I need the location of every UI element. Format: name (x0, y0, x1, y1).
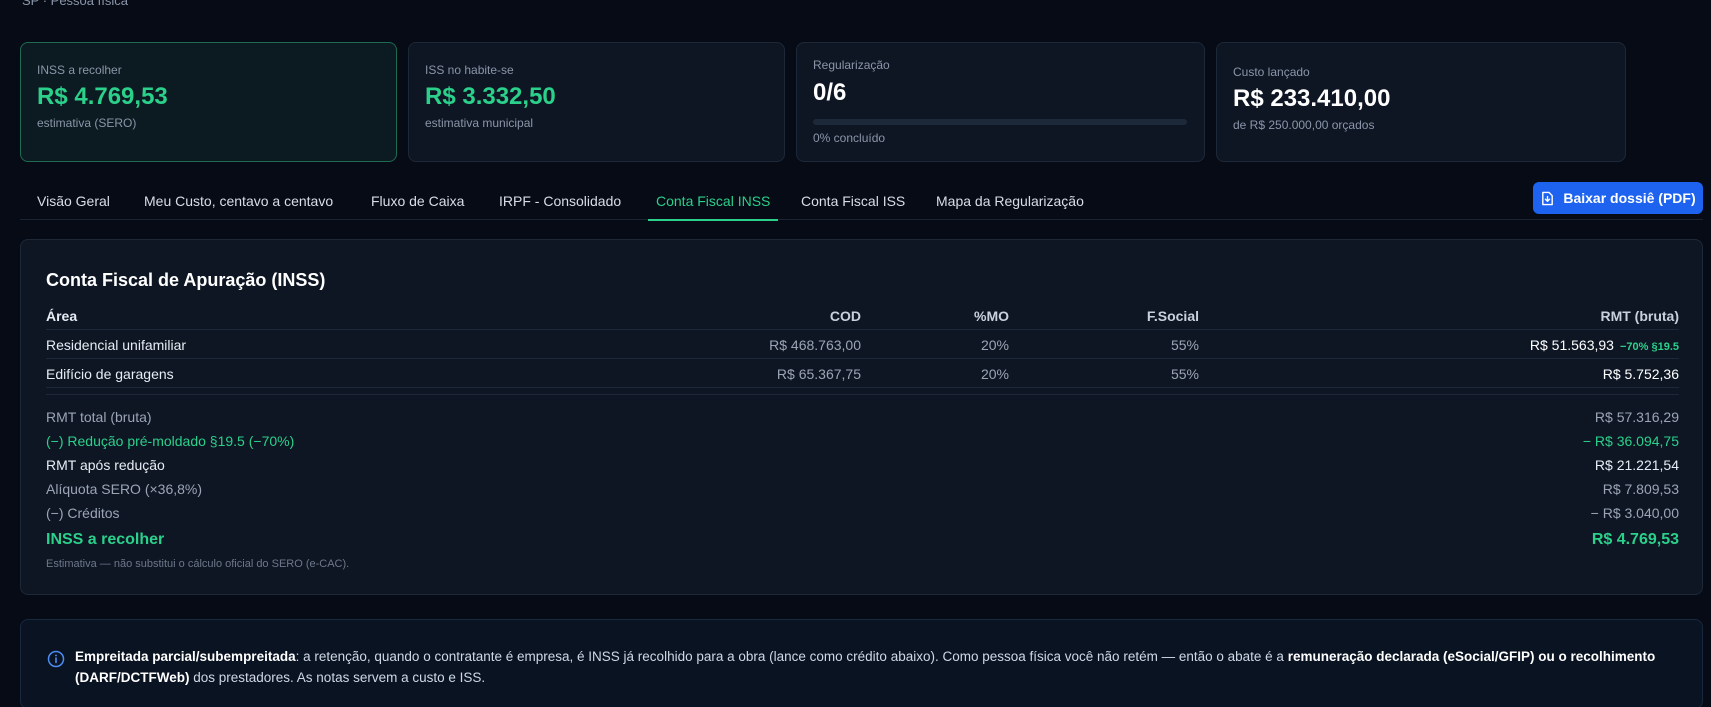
cell-mo: 20% (980, 366, 1009, 382)
card-inss[interactable]: INSS a recolher R$ 4.769,53 estimativa (… (20, 42, 397, 162)
summary-label: (−) Redução pré-moldado §19.5 (−70%) (46, 433, 295, 449)
card-sub: estimativa (SERO) (37, 116, 137, 130)
tab-conta-fiscal-inss[interactable]: Conta Fiscal INSS (648, 193, 779, 221)
summary-value: − R$ 36.094,75 (1582, 433, 1679, 449)
summary-value: R$ 7.809,53 (1602, 481, 1679, 497)
disclaimer-note: Estimativa — não substitui o cálculo ofi… (46, 558, 350, 570)
summary-row: (−) Créditos − R$ 3.040,00 (46, 501, 1679, 525)
summary-value: − R$ 3.040,00 (1590, 505, 1679, 521)
cell-mo: 20% (980, 337, 1009, 353)
summary-row: RMT total (bruta) R$ 57.316,29 (46, 405, 1679, 429)
info-text-2: dos prestadores. As notas servem a custo… (189, 670, 486, 685)
col-mo: %MO (974, 308, 1009, 324)
summary-value: R$ 21.221,54 (1594, 457, 1679, 473)
cell-rmt: R$ 51.563,93 −70% §19.5 (1530, 337, 1679, 353)
card-value: R$ 3.332,50 (425, 83, 556, 110)
card-label: Custo lançado (1233, 65, 1310, 79)
panel-title: Conta Fiscal de Apuração (INSS) (46, 270, 326, 290)
tab-bar: Visão Geral Meu Custo, centavo a centavo… (20, 188, 1703, 221)
progress-bar (813, 119, 1187, 125)
cell-rmt: R$ 5.752,36 (1602, 366, 1679, 382)
summary-label: RMT após redução (46, 457, 165, 473)
col-cod: COD (829, 308, 861, 324)
summary-row: RMT após redução R$ 21.221,54 (46, 453, 1679, 477)
cell-cod: R$ 468.763,00 (769, 337, 861, 353)
summary-cards: INSS a recolher R$ 4.769,53 estimativa (… (20, 42, 1703, 162)
card-sub: 0% concluído (813, 131, 886, 145)
tab-meu-custo[interactable]: Meu Custo, centavo a centavo (144, 193, 333, 219)
card-iss[interactable]: ISS no habite-se R$ 3.332,50 estimativa … (408, 42, 785, 162)
card-custo[interactable]: Custo lançado R$ 233.410,00 de R$ 250.00… (1216, 42, 1626, 162)
card-label: INSS a recolher (37, 63, 122, 77)
col-rmt: RMT (bruta) (1600, 308, 1679, 324)
rmt-value: R$ 51.563,93 (1529, 337, 1614, 353)
card-sub: de R$ 250.000,00 orçados (1233, 118, 1375, 132)
tab-visao-geral[interactable]: Visão Geral (37, 193, 110, 219)
summary-label: (−) Créditos (46, 505, 120, 521)
col-area: Área (46, 308, 78, 324)
card-value: 0/6 (813, 79, 847, 106)
info-icon (47, 650, 65, 668)
summary-row: (−) Redução pré-moldado §19.5 (−70%) − R… (46, 429, 1679, 453)
file-download-icon (1542, 191, 1554, 205)
card-value: R$ 4.769,53 (37, 83, 168, 110)
tab-conta-fiscal-iss[interactable]: Conta Fiscal ISS (801, 193, 905, 219)
summary-value: R$ 57.316,29 (1594, 409, 1679, 425)
card-label: ISS no habite-se (425, 63, 514, 77)
info-text-1: : a retenção, quando o contratante é emp… (295, 649, 1288, 664)
col-fsocial: F.Social (1146, 308, 1199, 324)
table-row: Edifício de garagens R$ 65.367,75 20% 55… (46, 359, 1679, 388)
reduction-badge: −70% §19.5 (1619, 341, 1679, 353)
card-regularizacao[interactable]: Regularização 0/6 0% concluído (796, 42, 1205, 162)
info-text: Empreitada parcial/subempreitada: a rete… (75, 646, 1685, 688)
card-label: Regularização (813, 58, 890, 72)
cell-fsocial: 55% (1170, 366, 1199, 382)
table-row: Residencial unifamiliar R$ 468.763,00 20… (46, 330, 1679, 359)
info-bold-1: Empreitada parcial/subempreitada (75, 649, 296, 664)
calc-summary: RMT total (bruta) R$ 57.316,29 (−) Reduç… (46, 394, 1679, 553)
summary-label: INSS a recolher (46, 531, 165, 548)
info-banner: Empreitada parcial/subempreitada: a rete… (20, 619, 1703, 707)
summary-label: Alíquota SERO (×36,8%) (46, 481, 203, 497)
page-subtitle: SP · Pessoa física (22, 0, 128, 8)
summary-total-row: INSS a recolher R$ 4.769,53 (46, 525, 1679, 553)
tab-irpf[interactable]: IRPF - Consolidado (499, 193, 621, 219)
table-header: Área COD %MO F.Social RMT (bruta) (46, 306, 1679, 330)
summary-row: Alíquota SERO (×36,8%) R$ 7.809,53 (46, 477, 1679, 501)
cell-area: Residencial unifamiliar (46, 337, 187, 353)
download-button-label: Baixar dossiê (PDF) (1563, 190, 1696, 206)
card-sub: estimativa municipal (425, 116, 534, 130)
summary-label: RMT total (bruta) (46, 409, 152, 425)
cell-area: Edifício de garagens (46, 366, 174, 382)
download-dossie-button[interactable]: Baixar dossiê (PDF) (1533, 182, 1703, 214)
cell-cod: R$ 65.367,75 (776, 366, 861, 382)
summary-value: R$ 4.769,53 (1591, 531, 1679, 548)
card-value: R$ 233.410,00 (1233, 85, 1391, 112)
tab-fluxo-de-caixa[interactable]: Fluxo de Caixa (371, 193, 464, 219)
inss-table: Área COD %MO F.Social RMT (bruta) Reside… (46, 306, 1679, 388)
conta-fiscal-panel: Conta Fiscal de Apuração (INSS) Área COD… (20, 239, 1703, 595)
cell-fsocial: 55% (1170, 337, 1199, 353)
tab-mapa-regularizacao[interactable]: Mapa da Regularização (936, 193, 1084, 219)
